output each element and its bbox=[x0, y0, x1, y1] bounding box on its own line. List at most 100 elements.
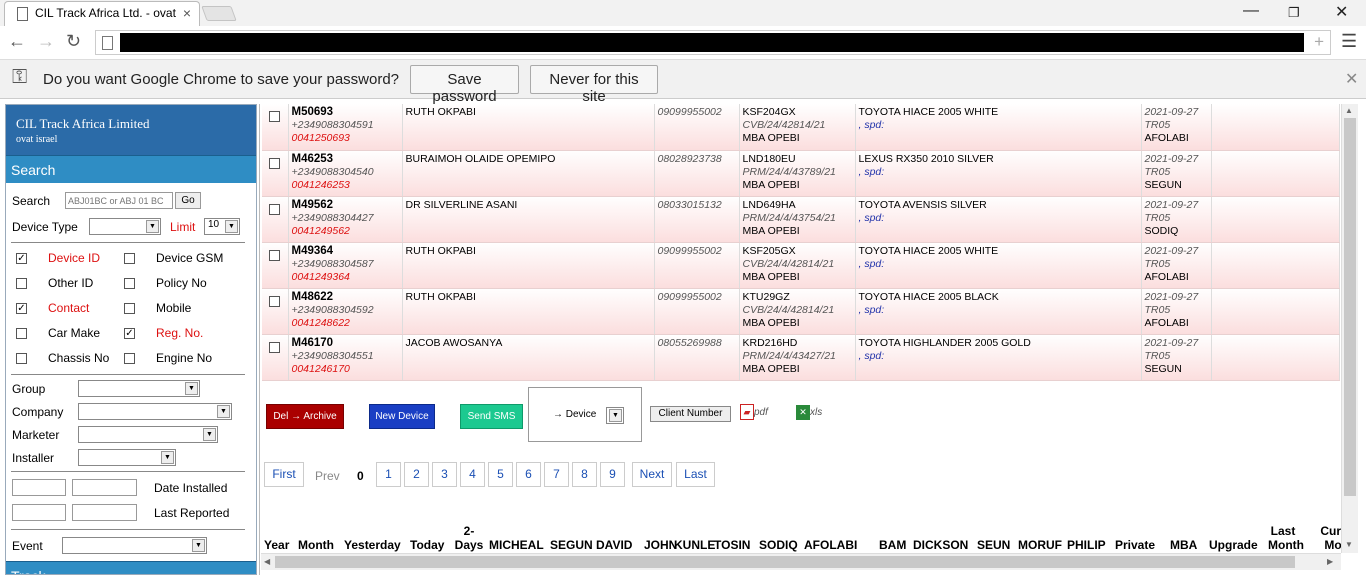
last-page-button[interactable]: Last bbox=[676, 462, 715, 487]
company-select[interactable]: ▼ bbox=[78, 403, 232, 420]
stat-column-header[interactable]: MBA bbox=[1170, 538, 1197, 552]
tab-close-icon[interactable]: × bbox=[183, 5, 191, 21]
stat-column-header[interactable]: 2-Days bbox=[454, 524, 484, 552]
close-infobar-icon[interactable]: ✕ bbox=[1345, 69, 1358, 89]
chrome-menu-icon[interactable]: ☰ bbox=[1341, 31, 1357, 52]
stat-column-header[interactable]: Yesterday bbox=[344, 538, 401, 552]
last-reported-from[interactable] bbox=[12, 504, 66, 521]
first-page-button[interactable]: First bbox=[264, 462, 304, 487]
stat-column-header[interactable]: SEGUN bbox=[550, 538, 593, 552]
row-checkbox[interactable] bbox=[269, 341, 281, 353]
stat-column-header[interactable]: JOHN bbox=[644, 538, 677, 552]
back-icon[interactable]: ← bbox=[8, 31, 26, 52]
vertical-scrollbar[interactable]: ▲ ▼ bbox=[1341, 104, 1358, 553]
page-number-button[interactable]: 4 bbox=[460, 462, 485, 487]
stat-column-header[interactable]: Upgrade bbox=[1209, 538, 1258, 552]
row-select[interactable] bbox=[262, 104, 289, 151]
stat-column-header[interactable]: Today bbox=[410, 538, 444, 552]
date-installed-to[interactable] bbox=[72, 479, 137, 496]
stat-column-header[interactable]: BAM bbox=[879, 538, 906, 552]
stat-column-header[interactable]: SEUN bbox=[977, 538, 1010, 552]
page-number-button[interactable]: 9 bbox=[600, 462, 625, 487]
search-section-header[interactable]: Search bbox=[6, 155, 256, 183]
browser-tab[interactable]: CIL Track Africa Ltd. - ovat × bbox=[4, 1, 200, 26]
device-type-select[interactable]: ▼ bbox=[89, 218, 161, 235]
save-password-button[interactable]: Save password bbox=[410, 65, 519, 105]
row-checkbox[interactable] bbox=[269, 203, 281, 215]
address-bar[interactable]: + bbox=[95, 30, 1331, 55]
field-checkbox[interactable] bbox=[16, 328, 27, 339]
marketer-select[interactable]: ▼ bbox=[78, 426, 218, 443]
field-checkbox[interactable] bbox=[124, 278, 135, 289]
stat-column-header[interactable]: Private bbox=[1115, 538, 1155, 552]
page-number-button[interactable]: 6 bbox=[516, 462, 541, 487]
new-device-button[interactable]: New Device bbox=[369, 404, 435, 429]
table-row[interactable]: M48622 +2349088304592 0041248622 RUTH OKPAB… bbox=[262, 288, 1340, 335]
table-row[interactable]: M49562 +2349088304427 0041249562 DR SILVERL… bbox=[262, 196, 1340, 243]
field-checkbox[interactable]: ✓ bbox=[124, 328, 135, 339]
stat-column-header[interactable]: Year bbox=[264, 538, 289, 552]
scrollbar-thumb[interactable] bbox=[1344, 118, 1356, 496]
h-scrollbar-thumb[interactable] bbox=[275, 556, 1295, 568]
row-select[interactable] bbox=[262, 196, 289, 243]
stat-column-header[interactable]: MORUF bbox=[1018, 538, 1062, 552]
stat-column-header[interactable]: DICKSON bbox=[913, 538, 968, 552]
stat-column-header[interactable]: SODIQ bbox=[759, 538, 798, 552]
page-number-button[interactable]: 1 bbox=[376, 462, 401, 487]
device-action-select[interactable]: ▼ bbox=[606, 407, 624, 424]
bookmark-plus-icon[interactable]: + bbox=[1314, 32, 1324, 52]
installer-select[interactable]: ▼ bbox=[78, 449, 176, 466]
row-select[interactable] bbox=[262, 334, 289, 381]
row-checkbox[interactable] bbox=[269, 249, 281, 261]
group-select[interactable]: ▼ bbox=[78, 380, 200, 397]
table-row[interactable]: M46253 +2349088304540 0041246253 BURAIMOH O… bbox=[262, 150, 1340, 197]
stat-column-header[interactable]: KUNLE bbox=[674, 538, 715, 552]
page-number-button[interactable]: 3 bbox=[432, 462, 457, 487]
table-row[interactable]: M46170 +2349088304551 0041246170 JACOB AWOS… bbox=[262, 334, 1340, 381]
minimize-icon[interactable]: — bbox=[1243, 2, 1259, 20]
scroll-left-icon[interactable]: ◀ bbox=[264, 557, 270, 566]
reload-icon[interactable]: ↻ bbox=[66, 31, 81, 52]
track-section-header[interactable]: Track bbox=[6, 561, 256, 574]
page-number-button[interactable]: 8 bbox=[572, 462, 597, 487]
table-row[interactable]: M50693 +2349088304591 0041250693 RUTH OKPAB… bbox=[262, 104, 1340, 151]
forward-icon[interactable]: → bbox=[37, 31, 55, 52]
row-select[interactable] bbox=[262, 242, 289, 289]
xls-export[interactable]: ✕ xls bbox=[796, 404, 822, 420]
field-checkbox[interactable]: ✓ bbox=[16, 303, 27, 314]
row-checkbox[interactable] bbox=[269, 111, 281, 122]
table-row[interactable]: M49364 +2349088304587 0041249364 RUTH OKPAB… bbox=[262, 242, 1340, 289]
stat-column-header[interactable]: PHILIP bbox=[1067, 538, 1106, 552]
field-checkbox[interactable] bbox=[124, 303, 135, 314]
event-select[interactable]: ▼ bbox=[62, 537, 207, 554]
stat-column-header[interactable]: Last Month bbox=[1268, 524, 1304, 552]
field-checkbox[interactable] bbox=[16, 353, 27, 364]
stat-column-header[interactable]: MICHEAL bbox=[489, 538, 544, 552]
stat-column-header[interactable]: AFOLABI bbox=[804, 538, 857, 552]
stat-column-header[interactable]: TOSIN bbox=[714, 538, 750, 552]
next-page-button[interactable]: Next bbox=[632, 462, 672, 487]
field-checkbox[interactable] bbox=[124, 353, 135, 364]
horizontal-scrollbar[interactable]: ◀ ▶ bbox=[261, 553, 1341, 570]
never-for-site-button[interactable]: Never for this site bbox=[530, 65, 658, 105]
scroll-right-icon[interactable]: ▶ bbox=[1327, 557, 1333, 566]
search-input[interactable] bbox=[65, 192, 173, 209]
restore-icon[interactable]: ❐ bbox=[1288, 5, 1300, 21]
stat-column-header[interactable]: DAVID bbox=[596, 538, 632, 552]
page-number-button[interactable]: 7 bbox=[544, 462, 569, 487]
new-tab-button[interactable] bbox=[201, 6, 237, 21]
row-select[interactable] bbox=[262, 288, 289, 335]
row-select[interactable] bbox=[262, 150, 289, 197]
field-checkbox[interactable]: ✓ bbox=[16, 253, 27, 264]
field-checkbox[interactable] bbox=[16, 278, 27, 289]
archive-button[interactable]: Del → Archive bbox=[266, 404, 344, 429]
last-reported-to[interactable] bbox=[72, 504, 137, 521]
limit-select[interactable]: 10 ▼ bbox=[204, 218, 240, 235]
page-number-button[interactable]: 2 bbox=[404, 462, 429, 487]
pdf-export[interactable]: ▰ pdf bbox=[740, 404, 768, 420]
date-installed-from[interactable] bbox=[12, 479, 66, 496]
client-number-button[interactable]: Client Number bbox=[650, 406, 731, 422]
scroll-up-icon[interactable]: ▲ bbox=[1345, 106, 1353, 115]
close-window-icon[interactable]: ✕ bbox=[1335, 2, 1348, 22]
go-button[interactable]: Go bbox=[175, 192, 201, 209]
